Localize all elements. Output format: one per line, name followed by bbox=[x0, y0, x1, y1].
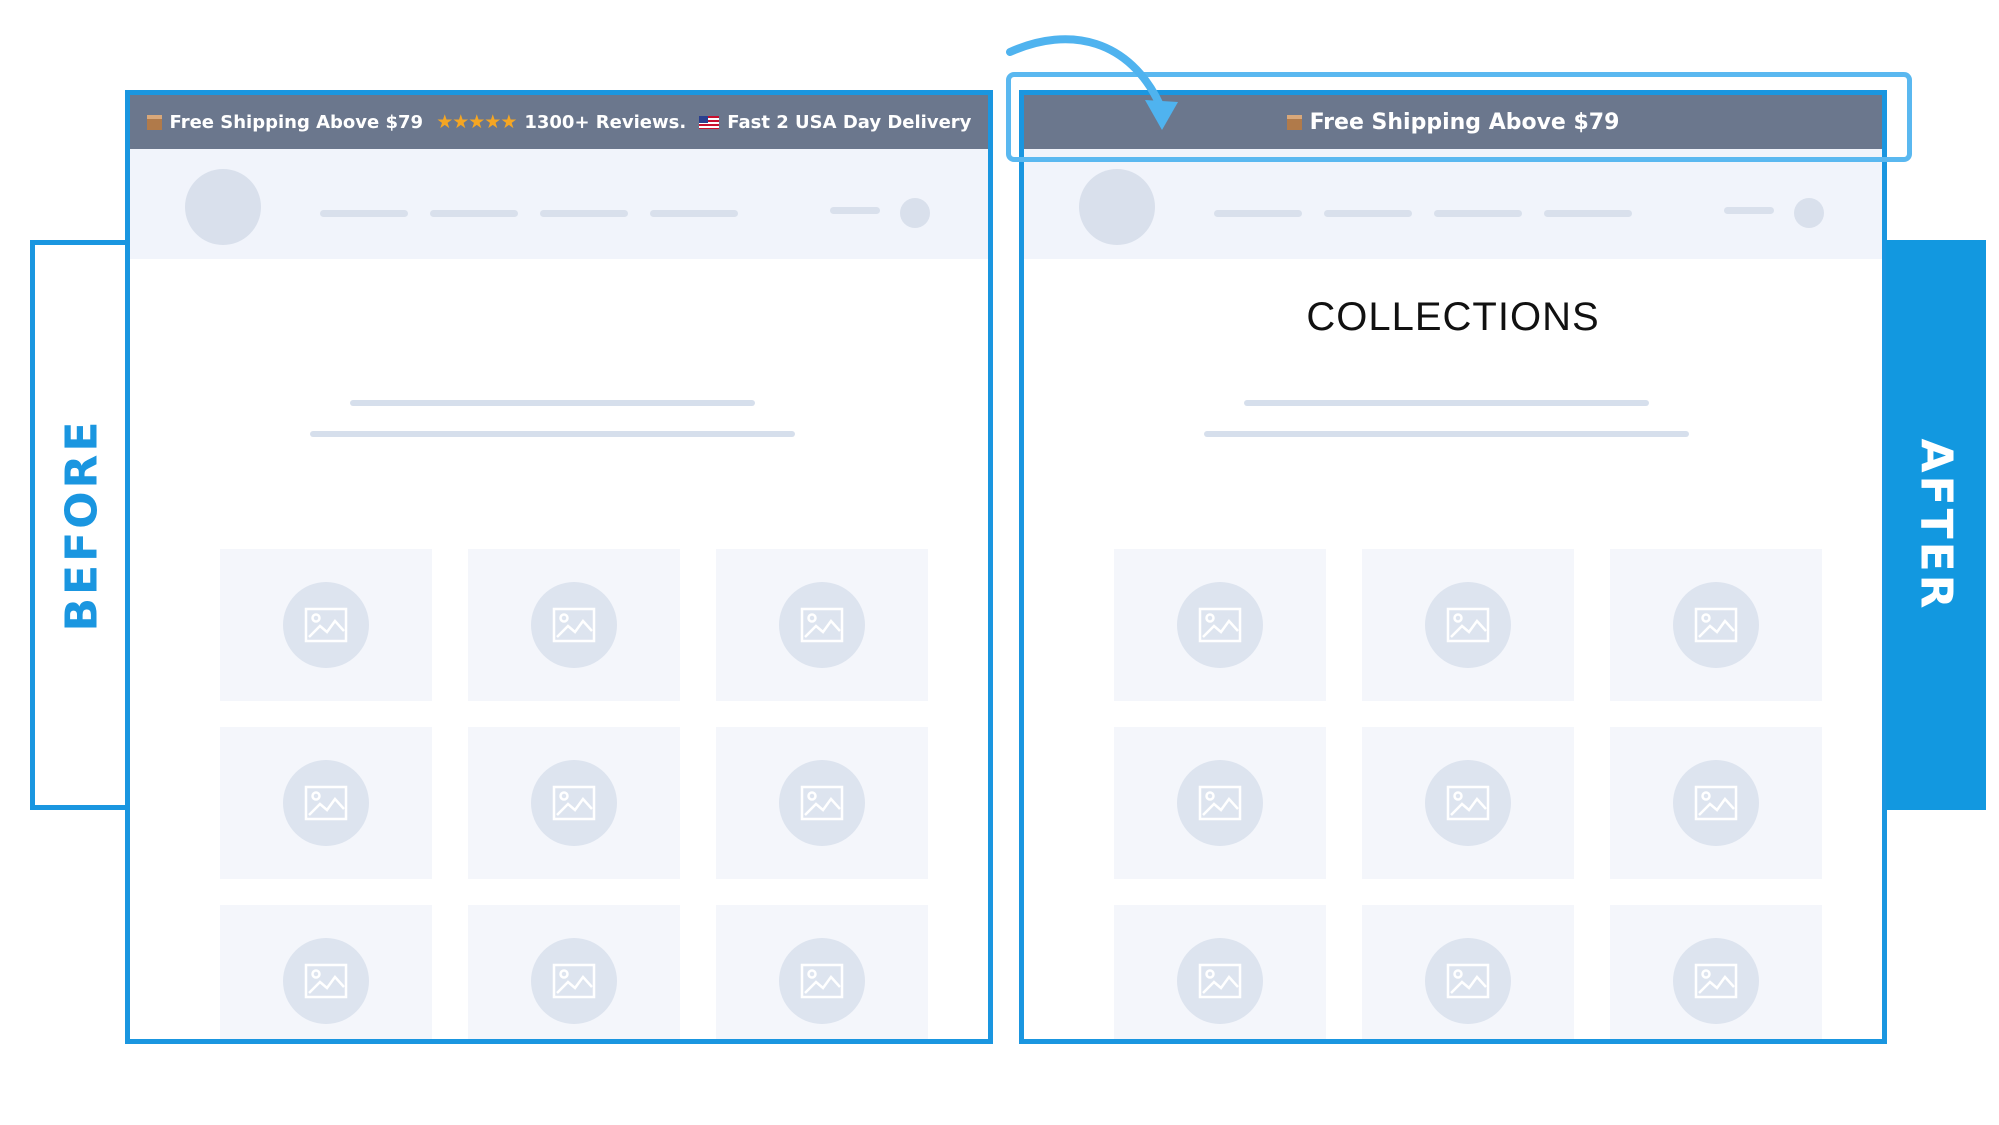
product-card-placeholder bbox=[1610, 727, 1822, 879]
image-placeholder-icon bbox=[1177, 582, 1263, 668]
shipping-text: Free Shipping Above $79 bbox=[169, 111, 424, 133]
product-card-placeholder bbox=[220, 727, 432, 879]
product-card-placeholder bbox=[468, 727, 680, 879]
product-grid bbox=[220, 549, 930, 1039]
image-placeholder-icon bbox=[1425, 582, 1511, 668]
product-card-placeholder bbox=[1610, 905, 1822, 1039]
image-placeholder-icon bbox=[1177, 760, 1263, 846]
image-placeholder-icon bbox=[1673, 938, 1759, 1024]
logo-placeholder bbox=[185, 169, 261, 245]
product-card-placeholder bbox=[716, 549, 928, 701]
product-card-placeholder bbox=[716, 727, 928, 879]
nav-link-placeholder bbox=[430, 210, 518, 217]
package-icon bbox=[146, 114, 162, 130]
product-card-placeholder bbox=[716, 905, 928, 1039]
before-label: BEFORE bbox=[56, 418, 107, 632]
image-placeholder-icon bbox=[1425, 938, 1511, 1024]
after-label-tab: AFTER bbox=[1886, 240, 1986, 810]
product-card-placeholder bbox=[468, 549, 680, 701]
nav-link-placeholder bbox=[650, 210, 738, 217]
product-card-placeholder bbox=[468, 905, 680, 1039]
product-card-placeholder bbox=[1362, 727, 1574, 879]
before-mockup: Free Shipping Above $79 ★★★★★ 1300+ Revi… bbox=[125, 90, 993, 1044]
image-placeholder-icon bbox=[779, 760, 865, 846]
after-mockup: Free Shipping Above $79 COLLECTIONS bbox=[1019, 90, 1887, 1044]
delivery-segment: Fast 2 USA Day Delivery bbox=[699, 112, 971, 133]
delivery-text: Fast 2 USA Day Delivery bbox=[727, 111, 972, 133]
text-line-placeholder bbox=[310, 431, 795, 437]
nav-link-placeholder bbox=[320, 210, 408, 217]
image-placeholder-icon bbox=[779, 582, 865, 668]
site-header-placeholder bbox=[130, 149, 988, 259]
image-placeholder-icon bbox=[531, 938, 617, 1024]
account-link-placeholder bbox=[1724, 207, 1774, 214]
reviews-segment: ★★★★★ 1300+ Reviews. bbox=[436, 111, 686, 133]
page-title: COLLECTIONS bbox=[1306, 295, 1600, 339]
after-label: AFTER bbox=[1910, 438, 1962, 612]
logo-placeholder bbox=[1079, 169, 1155, 245]
account-link-placeholder bbox=[830, 207, 880, 214]
nav-link-placeholder bbox=[1434, 210, 1522, 217]
cart-icon-placeholder bbox=[1794, 198, 1824, 228]
text-line-placeholder bbox=[350, 400, 755, 406]
site-header-placeholder bbox=[1024, 149, 1882, 259]
text-line-placeholder bbox=[1244, 400, 1649, 406]
product-card-placeholder bbox=[220, 549, 432, 701]
image-placeholder-icon bbox=[1177, 938, 1263, 1024]
product-card-placeholder bbox=[1610, 549, 1822, 701]
product-card-placeholder bbox=[1114, 727, 1326, 879]
before-label-tab: BEFORE bbox=[30, 240, 128, 810]
product-card-placeholder bbox=[1362, 549, 1574, 701]
nav-link-placeholder bbox=[540, 210, 628, 217]
image-placeholder-icon bbox=[531, 760, 617, 846]
product-card-placeholder bbox=[1114, 905, 1326, 1039]
product-grid bbox=[1114, 549, 1824, 1039]
nav-link-placeholder bbox=[1324, 210, 1412, 217]
announcement-bar: Free Shipping Above $79 ★★★★★ 1300+ Revi… bbox=[130, 95, 988, 149]
image-placeholder-icon bbox=[779, 938, 865, 1024]
image-placeholder-icon bbox=[283, 582, 369, 668]
product-card-placeholder bbox=[1362, 905, 1574, 1039]
image-placeholder-icon bbox=[1425, 760, 1511, 846]
nav-link-placeholder bbox=[1214, 210, 1302, 217]
image-placeholder-icon bbox=[531, 582, 617, 668]
image-placeholder-icon bbox=[283, 760, 369, 846]
image-placeholder-icon bbox=[283, 938, 369, 1024]
star-rating-icon: ★★★★★ bbox=[436, 111, 517, 133]
curved-arrow-icon bbox=[1006, 35, 1178, 130]
reviews-text: 1300+ Reviews. bbox=[524, 111, 687, 133]
cart-icon-placeholder bbox=[900, 198, 930, 228]
text-line-placeholder bbox=[1204, 431, 1689, 437]
image-placeholder-icon bbox=[1673, 582, 1759, 668]
product-card-placeholder bbox=[220, 905, 432, 1039]
image-placeholder-icon bbox=[1673, 760, 1759, 846]
shipping-segment: Free Shipping Above $79 bbox=[146, 111, 424, 133]
us-flag-icon bbox=[699, 115, 720, 129]
product-card-placeholder bbox=[1114, 549, 1326, 701]
nav-link-placeholder bbox=[1544, 210, 1632, 217]
